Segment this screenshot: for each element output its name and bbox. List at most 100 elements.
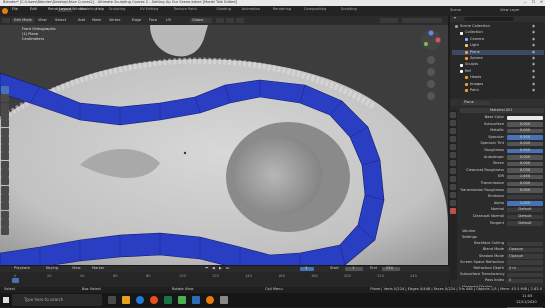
property-field[interactable]: 0.500: [507, 148, 543, 153]
tab-texture-paint[interactable]: Texture Paint: [174, 7, 197, 12]
menu-help[interactable]: Help: [96, 7, 104, 12]
setting-field[interactable]: [507, 272, 543, 278]
tab-scripting[interactable]: Scripting: [341, 7, 357, 12]
setting-field[interactable]: [507, 241, 543, 247]
play-reverse-icon[interactable]: ◀: [212, 266, 215, 271]
visibility-eye-icon[interactable]: ◉: [532, 50, 535, 55]
outliner-item[interactable]: Images ◉: [452, 82, 544, 88]
outliner-filter-icon[interactable]: ▾: [454, 16, 456, 21]
property-field[interactable]: 0.000: [507, 155, 543, 160]
camera-view-icon[interactable]: [427, 80, 435, 88]
tool-tab-icon[interactable]: [450, 112, 456, 118]
viewport-menu-edge[interactable]: Edge: [132, 18, 141, 23]
bevel-icon[interactable]: [1, 169, 9, 177]
visibility-eye-icon[interactable]: ◉: [532, 44, 535, 48]
taskbar-search-input[interactable]: Type here to search: [12, 294, 102, 306]
excel-icon[interactable]: [164, 296, 172, 304]
particles-tab-icon[interactable]: [450, 176, 456, 182]
visibility-eye-icon[interactable]: ◉: [532, 63, 535, 67]
outliner-item[interactable]: Sculpts ◉: [452, 62, 544, 68]
constraints-tab-icon[interactable]: [450, 192, 456, 198]
tab-layout[interactable]: Layout: [58, 7, 73, 12]
visibility-eye-icon[interactable]: ◉: [532, 76, 535, 80]
tab-shading[interactable]: Shading: [216, 7, 231, 12]
perspective-toggle-icon[interactable]: [427, 92, 435, 100]
tab-uv-editing[interactable]: UV Editing: [140, 7, 159, 12]
property-field[interactable]: Default: [507, 221, 543, 226]
outliner-item[interactable]: Sphere ◉: [452, 56, 544, 62]
outliner-item[interactable]: Paint ◉: [452, 88, 544, 94]
poly-build-icon[interactable]: [1, 193, 9, 202]
edge-browser-icon[interactable]: [136, 296, 144, 304]
cursor-icon[interactable]: [1, 94, 9, 103]
pivot-button[interactable]: [216, 18, 224, 23]
knife-icon[interactable]: [1, 185, 9, 194]
visibility-eye-icon[interactable]: ◉: [532, 37, 535, 42]
transform-orientation[interactable]: Global: [190, 18, 212, 23]
setting-field[interactable]: Opaque: [507, 254, 543, 259]
playback-controls[interactable]: ⏮ ◀ ▶ ⏭: [205, 266, 245, 271]
shading-modes[interactable]: [402, 18, 442, 23]
proportional-edit-button[interactable]: [236, 18, 244, 23]
scene-label[interactable]: Scene: [450, 8, 461, 13]
property-field[interactable]: 0.000: [507, 181, 543, 186]
editor-type-button[interactable]: [2, 18, 10, 23]
task-view-icon[interactable]: [108, 296, 116, 304]
timeline-menu-playback[interactable]: Playback: [14, 266, 30, 271]
property-field[interactable]: 0.000: [507, 188, 543, 193]
measure-icon[interactable]: [1, 144, 9, 153]
material-tab-icon[interactable]: [450, 208, 456, 214]
physics-tab-icon[interactable]: [450, 184, 456, 190]
menu-file[interactable]: File: [12, 7, 18, 12]
viewport-menu-select[interactable]: Select: [55, 18, 66, 23]
close-button[interactable]: ✕: [540, 0, 543, 5]
section-header[interactable]: Settings: [462, 236, 477, 240]
outliner-item[interactable]: Camera ◉: [452, 37, 544, 43]
maximize-button[interactable]: ☐: [532, 0, 535, 5]
viewport-menu-mesh[interactable]: Mesh: [92, 18, 101, 23]
view-layer-label[interactable]: View Layer: [500, 8, 520, 13]
playhead[interactable]: [12, 278, 19, 283]
spin-icon[interactable]: [1, 202, 9, 211]
property-field[interactable]: [507, 115, 543, 120]
timeline-menu-view[interactable]: View: [72, 266, 81, 271]
app-green-icon[interactable]: [178, 296, 186, 304]
outliner-search-input[interactable]: [464, 17, 514, 21]
modifier-tab-icon[interactable]: [450, 168, 456, 174]
edge-slide-icon[interactable]: [1, 218, 9, 227]
z-axis-icon[interactable]: [428, 30, 434, 36]
shrink-icon[interactable]: [1, 227, 9, 236]
annotate-icon[interactable]: [1, 135, 9, 144]
move-icon[interactable]: [1, 102, 9, 111]
outliner-item[interactable]: Collection ◉: [452, 30, 544, 36]
visibility-eye-icon[interactable]: ◉: [532, 31, 535, 35]
outliner-item[interactable]: Ref ◉: [452, 69, 544, 75]
property-field[interactable]: [507, 194, 543, 200]
output-tab-icon[interactable]: [450, 128, 456, 134]
material-slot[interactable]: Material.001: [460, 108, 544, 113]
property-field[interactable]: 0.500: [507, 135, 543, 140]
navigation-gizmo[interactable]: [416, 28, 446, 123]
outliner-item[interactable]: Scene Collection ◉: [452, 24, 544, 30]
setting-field[interactable]: Opaque: [507, 248, 543, 253]
snap-button[interactable]: [226, 18, 234, 23]
mode-selector[interactable]: Edit Mode: [12, 18, 34, 23]
object-tab-icon[interactable]: [450, 160, 456, 166]
file-explorer-icon[interactable]: [122, 296, 130, 304]
loop-cut-icon[interactable]: [1, 177, 9, 186]
play-icon[interactable]: ▶: [219, 266, 222, 271]
y-axis-icon[interactable]: [424, 42, 428, 46]
tab-animation[interactable]: Animation: [242, 7, 260, 12]
zoom-icon[interactable]: [427, 56, 435, 64]
menu-edit[interactable]: Edit: [30, 7, 37, 12]
x-axis-icon[interactable]: [435, 37, 441, 43]
tab-sculpting[interactable]: Sculpting: [109, 7, 126, 12]
property-field[interactable]: Default: [507, 208, 543, 213]
3d-viewport[interactable]: Front Orthographic (1) Plane Centimeters: [0, 25, 448, 265]
viewport-menu-add[interactable]: Add: [78, 18, 85, 23]
property-field[interactable]: 0.030: [507, 168, 543, 173]
data-tab-icon[interactable]: [450, 200, 456, 206]
property-field[interactable]: 0.000: [507, 142, 543, 147]
property-field[interactable]: 1.000: [507, 201, 543, 206]
app-gray-icon[interactable]: [220, 296, 228, 304]
